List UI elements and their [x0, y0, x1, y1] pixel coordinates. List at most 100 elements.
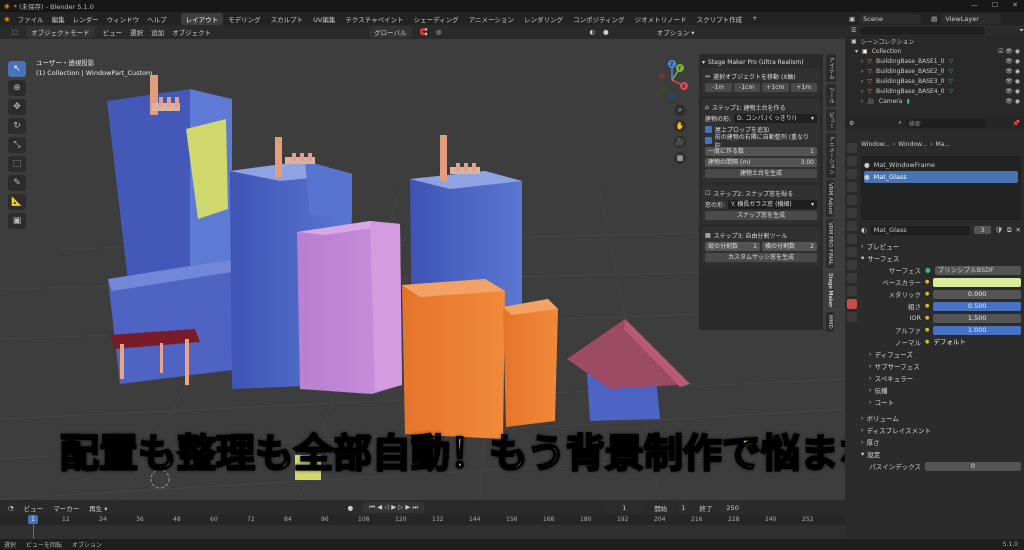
timeline-playback-menu[interactable]: 再生 ▾ — [89, 503, 107, 513]
rooftop-prop-checkbox[interactable] — [705, 126, 712, 133]
cursor-tool-icon[interactable]: ⊕ — [8, 80, 26, 96]
duplicate-icon[interactable]: ⧉ — [1007, 226, 1012, 235]
tab-layout[interactable]: レイアウト — [180, 12, 224, 25]
physics-tab-icon[interactable] — [847, 260, 857, 270]
socket-icon[interactable]: ● — [925, 339, 929, 345]
bsdf-input-field[interactable]: 0.500 — [933, 301, 1021, 311]
viewlayer-name[interactable]: ViewLayer — [941, 13, 1002, 24]
outliner-icon[interactable]: ☰ — [851, 27, 856, 34]
playback-controls[interactable]: ⏮ ◀ ◁ ▶ ▷ ▶ ⏭ — [363, 502, 425, 513]
tab-texture-paint[interactable]: テクスチャペイント — [340, 13, 408, 25]
tab-view[interactable]: ビュー — [826, 108, 836, 131]
zoom-icon[interactable]: ⌕ — [674, 104, 686, 116]
tab-sculpt[interactable]: スカルプト — [266, 13, 309, 25]
transform-orientation-dropdown[interactable]: グローバル — [369, 26, 412, 38]
maximize-button[interactable]: ☐ — [992, 1, 998, 9]
scene-collection-row[interactable]: ▣ シーンコレクション — [845, 36, 1024, 46]
move-minus-1cm-button[interactable]: -1cm — [733, 83, 760, 92]
menu-file[interactable]: ファイル — [18, 14, 44, 24]
panel-header[interactable]: ▾ Stage Maker Pro (Ultra Realism) — [702, 57, 820, 68]
generate-snap-window-button[interactable]: スナップ窓を生成 — [705, 211, 817, 220]
constraints-tab-icon[interactable] — [847, 273, 857, 283]
texture-tab-icon[interactable] — [847, 312, 857, 322]
tab-stage-maker[interactable]: Stage Maker — [826, 269, 834, 311]
menu-render[interactable]: レンダー — [73, 14, 99, 24]
current-frame-field[interactable]: 1 — [604, 502, 645, 513]
overlay-icon[interactable]: ◐ — [589, 28, 595, 36]
end-frame-field[interactable]: 250 — [722, 502, 743, 513]
menu-edit[interactable]: 編集 — [52, 14, 65, 24]
socket-icon[interactable]: ● — [925, 315, 929, 321]
surface-section[interactable]: ▾ サーフェス — [861, 252, 1021, 264]
bsdf-input-field[interactable] — [933, 277, 1021, 287]
socket-icon[interactable]: ● — [925, 327, 929, 333]
tab-modeling[interactable]: モデリング — [223, 13, 266, 25]
editor-type-icon[interactable]: ⬚ — [12, 28, 18, 36]
render-tab-icon[interactable] — [847, 156, 857, 166]
options-dropdown[interactable]: オプション ▾ — [657, 27, 695, 37]
outliner-search-input[interactable] — [860, 26, 986, 35]
fake-user-icon[interactable]: 🛡 — [995, 226, 1003, 234]
tab-scripting[interactable]: スクリプト作成 — [692, 13, 748, 25]
timeline-editor-icon[interactable]: ◔ — [8, 504, 14, 512]
navigation-gizmo[interactable]: X Y Z — [652, 60, 692, 100]
measure-tool-icon[interactable]: 📐 — [8, 194, 26, 210]
tab-compositing[interactable]: コンポジティング — [568, 13, 630, 25]
window-shape-dropdown[interactable]: Y. 横長ガラス窓 (横細) ▾ — [728, 200, 817, 209]
house-object[interactable] — [567, 319, 690, 421]
particles-tab-icon[interactable] — [847, 247, 857, 257]
shading-icon[interactable]: ● — [603, 28, 609, 36]
bsdf-subsection[interactable]: › ディフューズ — [861, 348, 1021, 360]
menu-select[interactable]: 選択 — [130, 27, 143, 37]
blender-menu-icon[interactable]: ◉ — [4, 15, 10, 23]
surface-shader-field[interactable]: プリンシプルBSDF — [934, 265, 1021, 275]
material-section[interactable]: ▾ 設定 — [861, 448, 1021, 460]
bsdf-subsection[interactable]: › コート — [861, 396, 1021, 408]
material-section[interactable]: › 厚さ — [861, 436, 1021, 448]
timeline-area[interactable]: 12 24 36 48 60 72 84 96 108 120 132 144 156 168 180 192… — [0, 515, 845, 539]
menu-window[interactable]: ウィンドウ — [107, 14, 140, 24]
tab-rendering[interactable]: レンダリング — [519, 13, 568, 25]
bsdf-input-field[interactable]: 0.000 — [933, 289, 1021, 299]
annotate-tool-icon[interactable]: ✎ — [8, 175, 26, 191]
close-button[interactable]: ✕ — [1012, 1, 1018, 9]
properties-editor-icon[interactable]: ⚙ — [849, 120, 854, 127]
material-slot-active[interactable]: ● Mat_Glass — [864, 171, 1018, 183]
gap-field[interactable]: 建物の間隔 (m) 3.00 — [705, 158, 817, 167]
material-section[interactable]: › ディスプレイスメント — [861, 424, 1021, 436]
tab-uv[interactable]: UV編集 — [308, 13, 340, 25]
tab-geometry-nodes[interactable]: ジオメトリノード — [630, 13, 692, 25]
building-orange-small[interactable] — [503, 299, 558, 427]
move-plus-1cm-button[interactable]: +1cm — [762, 83, 789, 92]
outliner-item[interactable]: › ▽ BuildingBase_BASE3_0 ▽ 👁 ◉ — [845, 76, 1024, 86]
outliner-item[interactable]: › ▽ BuildingBase_BASE2_0 ▽ 👁 ◉ — [845, 66, 1024, 76]
bsdf-subsection[interactable]: › スペキュラー — [861, 372, 1021, 384]
building-pink[interactable] — [297, 221, 402, 394]
modifier-tab-icon[interactable] — [847, 234, 857, 244]
outliner-item[interactable]: › 🎥 Camera ▮ 👁 ◉ — [845, 96, 1024, 106]
building-shape-dropdown[interactable]: D. コンパ.(くっきり!) ▾ — [734, 114, 817, 123]
move-plus-1m-button[interactable]: +1m — [790, 83, 817, 92]
bsdf-subsection[interactable]: › 伝播 — [861, 384, 1021, 396]
ortho-grid-icon[interactable]: ▦ — [674, 152, 686, 164]
auto-align-checkbox[interactable] — [705, 137, 712, 144]
move-minus-1m-button[interactable]: -1m — [705, 83, 732, 92]
move-tool-icon[interactable]: ✥ — [8, 99, 26, 115]
horizontal-divisions-field[interactable]: 横の分割数 2 — [762, 242, 817, 251]
user-count[interactable]: 3 — [974, 226, 991, 234]
building-orange-large[interactable] — [402, 279, 505, 439]
add-workspace-button[interactable]: + — [747, 13, 762, 25]
menu-object[interactable]: オブジェクト — [172, 27, 211, 37]
menu-help[interactable]: ヘルプ — [147, 14, 167, 24]
scale-tool-icon[interactable]: ⤡ — [8, 137, 26, 153]
menu-add[interactable]: 追加 — [151, 27, 164, 37]
material-slot[interactable]: ● Mat_WindowFrame — [864, 159, 1018, 171]
timeline-marker-menu[interactable]: マーカー — [53, 503, 79, 513]
outliner-item[interactable]: › ▽ BuildingBase_BASE1_0 ▽ 👁 ◉ — [845, 56, 1024, 66]
world-tab-icon[interactable] — [847, 208, 857, 218]
socket-icon[interactable]: ● — [925, 291, 929, 297]
tab-animation[interactable]: アニメーション — [464, 13, 519, 25]
tab-anim[interactable]: アニメーション — [826, 133, 836, 178]
pass-index-field[interactable]: 0 — [925, 461, 1021, 471]
filter-icon[interactable]: ⏷ — [1019, 27, 1024, 35]
